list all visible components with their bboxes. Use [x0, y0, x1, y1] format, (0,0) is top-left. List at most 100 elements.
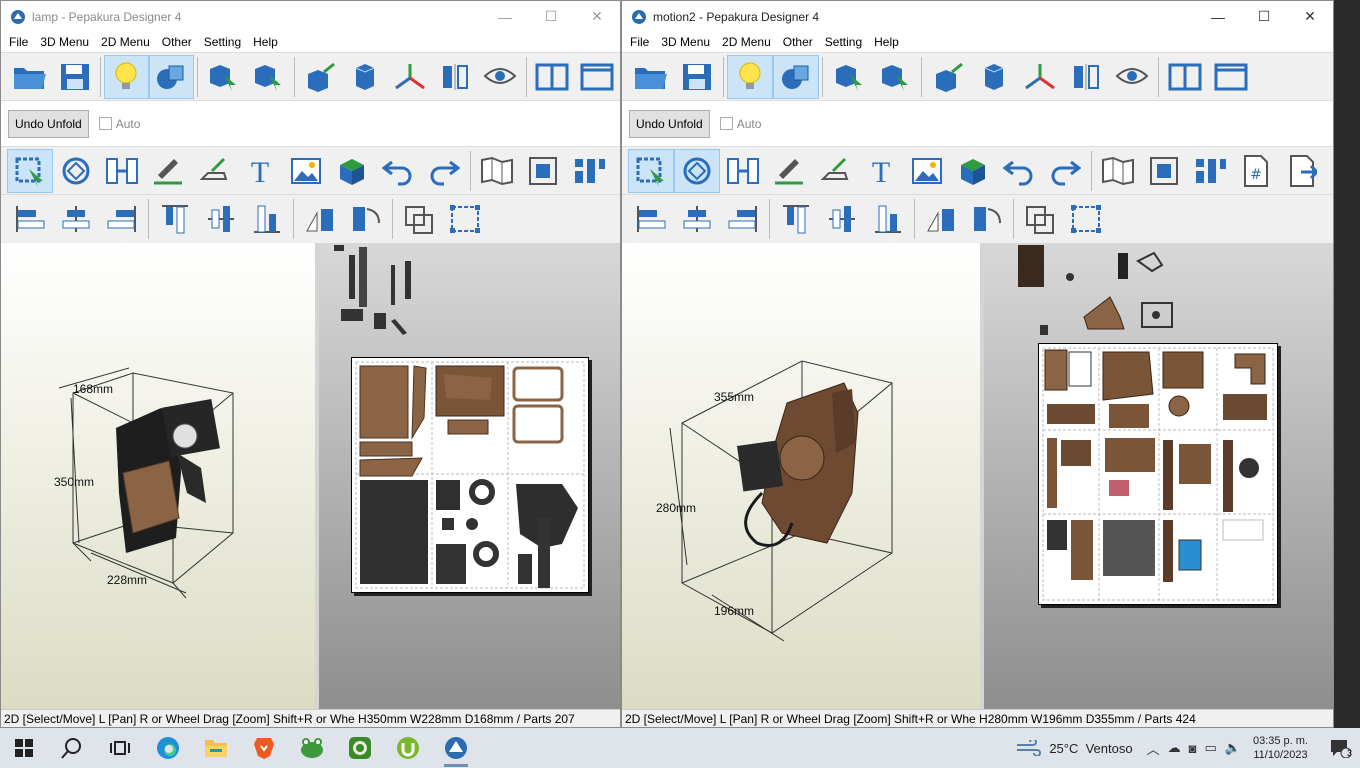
map-button[interactable]: [1095, 149, 1141, 193]
select-move-button[interactable]: [7, 148, 53, 193]
group-button[interactable]: [396, 197, 442, 241]
window-lamp[interactable]: lamp - Pepakura Designer 4 — ☐ ✕ File 3D…: [0, 0, 621, 728]
axis-button[interactable]: [1017, 55, 1063, 99]
volume-icon[interactable]: 🔈: [1225, 740, 1241, 756]
menu-help[interactable]: Help: [868, 35, 905, 49]
paper-sheet[interactable]: [351, 357, 589, 593]
2d-view[interactable]: [319, 243, 620, 709]
image-button[interactable]: [283, 149, 329, 193]
grid-button[interactable]: [566, 149, 612, 193]
mirror-v-button[interactable]: [964, 197, 1010, 241]
fit-page-button[interactable]: [1141, 149, 1187, 193]
align-left-button[interactable]: [628, 197, 674, 241]
menu-2d[interactable]: 2D Menu: [95, 35, 156, 49]
map-button[interactable]: [474, 149, 520, 193]
cylinder-button[interactable]: [343, 55, 388, 99]
align-middle-button[interactable]: [819, 197, 865, 241]
align-top-button[interactable]: [152, 197, 198, 241]
box-button[interactable]: [950, 149, 996, 193]
window-motion2[interactable]: motion2 - Pepakura Designer 4 — ☐ ✕ File…: [621, 0, 1334, 728]
align-bottom-button[interactable]: [865, 197, 911, 241]
grid-button[interactable]: [1187, 149, 1233, 193]
notifications-button[interactable]: 3: [1320, 728, 1360, 768]
join-button[interactable]: [720, 149, 766, 193]
align-top-button[interactable]: [773, 197, 819, 241]
search-button[interactable]: [48, 728, 96, 768]
menu-file[interactable]: File: [3, 35, 34, 49]
text-button[interactable]: T: [858, 149, 904, 193]
3d-view[interactable]: 168mm 350mm 228mm: [1, 243, 319, 709]
box-button[interactable]: [329, 149, 375, 193]
rotate-button[interactable]: [53, 149, 99, 193]
fit-page-button[interactable]: [520, 149, 566, 193]
image-button[interactable]: [904, 149, 950, 193]
rotate-button[interactable]: [674, 148, 720, 193]
utorrent-button[interactable]: [384, 728, 432, 768]
menu-3d[interactable]: 3D Menu: [655, 35, 716, 49]
join-button[interactable]: [99, 149, 145, 193]
shading-button[interactable]: [773, 54, 819, 99]
start-button[interactable]: [0, 728, 48, 768]
align-right-button[interactable]: [720, 197, 766, 241]
paper-sheet[interactable]: [1038, 343, 1278, 605]
network-icon[interactable]: ▭: [1204, 740, 1216, 756]
menu-setting[interactable]: Setting: [198, 35, 247, 49]
select-face-button[interactable]: [246, 55, 291, 99]
maximize-button[interactable]: ☐: [528, 1, 574, 32]
brave-button[interactable]: [240, 728, 288, 768]
checkbox-box[interactable]: [98, 117, 112, 130]
draw-line-button[interactable]: [145, 149, 191, 193]
split-view-button[interactable]: [530, 55, 575, 99]
task-view-button[interactable]: [96, 728, 144, 768]
camera-icon[interactable]: ◙: [1189, 741, 1197, 756]
title-bar[interactable]: motion2 - Pepakura Designer 4 — ☐ ✕: [622, 1, 1333, 32]
cylinder-button[interactable]: [971, 55, 1017, 99]
select-move-button[interactable]: [628, 148, 674, 193]
open-button[interactable]: [7, 55, 52, 99]
split-view-button[interactable]: [1162, 55, 1208, 99]
open-button[interactable]: [628, 55, 674, 99]
menu-setting[interactable]: Setting: [819, 35, 868, 49]
draw-line-button[interactable]: [766, 149, 812, 193]
select-face-button[interactable]: [872, 55, 918, 99]
text-button[interactable]: T: [237, 149, 283, 193]
minimize-button[interactable]: —: [482, 1, 528, 32]
view-button[interactable]: [478, 55, 523, 99]
export-button[interactable]: [1279, 149, 1325, 193]
undo-button[interactable]: [996, 149, 1042, 193]
2d-view[interactable]: [984, 243, 1333, 709]
ungroup-button[interactable]: [442, 197, 488, 241]
checkbox-box[interactable]: [719, 117, 733, 130]
group-button[interactable]: [1017, 197, 1063, 241]
view-button[interactable]: [1109, 55, 1155, 99]
edit-3d-button[interactable]: [925, 55, 971, 99]
cloud-icon[interactable]: ☁: [1168, 740, 1181, 756]
frog-app-button[interactable]: [288, 728, 336, 768]
flip-button[interactable]: [1063, 55, 1109, 99]
edge-button[interactable]: [144, 728, 192, 768]
auto-checkbox[interactable]: Auto: [719, 117, 761, 131]
single-view-button[interactable]: [575, 55, 620, 99]
save-button[interactable]: [52, 55, 97, 99]
pepakura-taskbar-button[interactable]: [432, 728, 480, 768]
mirror-v-button[interactable]: [343, 197, 389, 241]
menu-file[interactable]: File: [624, 35, 655, 49]
align-right-button[interactable]: [99, 197, 145, 241]
weather-widget[interactable]: 25°C Ventoso: [1015, 740, 1133, 756]
minimize-button[interactable]: —: [1195, 1, 1241, 32]
menu-help[interactable]: Help: [247, 35, 284, 49]
align-left-button[interactable]: [7, 197, 53, 241]
shading-button[interactable]: [148, 54, 194, 99]
light-button[interactable]: [727, 54, 773, 99]
title-bar[interactable]: lamp - Pepakura Designer 4 — ☐ ✕: [1, 1, 620, 32]
close-button[interactable]: ✕: [574, 1, 620, 32]
chevron-up-icon[interactable]: ︿: [1147, 739, 1160, 758]
align-bottom-button[interactable]: [244, 197, 290, 241]
auto-checkbox[interactable]: Auto: [98, 117, 140, 131]
edit-flap-button[interactable]: [191, 149, 237, 193]
select-3d-button[interactable]: [201, 55, 246, 99]
align-center-button[interactable]: [674, 197, 720, 241]
axis-button[interactable]: [388, 55, 433, 99]
mirror-h-button[interactable]: [297, 197, 343, 241]
3d-view[interactable]: 355mm 280mm 196mm: [622, 243, 984, 709]
